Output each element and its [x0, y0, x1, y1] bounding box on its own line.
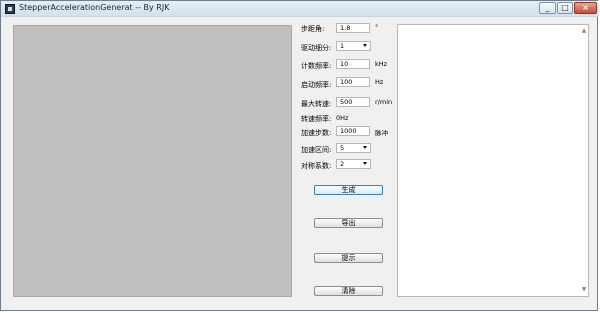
start-frequency-unit: Hz [375, 78, 384, 86]
accel-interval-label: 加速区间: [301, 146, 332, 154]
step-angle-unit: ° [375, 23, 379, 31]
microstep-selected-value: 1 [340, 42, 345, 50]
symmetry-factor-select[interactable]: 2 [336, 159, 371, 169]
application-window: StepperAccelerationGenerat -- By RJK _ □… [0, 0, 599, 311]
app-icon [5, 4, 15, 14]
accel-steps-input[interactable]: 1000 [336, 126, 370, 136]
step-angle-input[interactable]: 1.8 [336, 23, 370, 33]
hint-button[interactable]: 提示 [314, 253, 383, 263]
max-speed-unit: r/min [375, 98, 393, 106]
microstep-label: 驱动细分: [301, 44, 332, 52]
scroll-down-icon[interactable]: ▼ [581, 287, 587, 293]
speed-frequency-value: 0Hz [336, 114, 349, 122]
scroll-up-icon[interactable]: ▲ [581, 28, 587, 34]
chevron-down-icon [363, 162, 367, 165]
max-speed-label: 最大转速: [301, 100, 332, 108]
step-angle-label: 步距角: [301, 25, 325, 33]
minimize-button[interactable]: _ [539, 2, 556, 14]
accel-interval-selected-value: 5 [340, 144, 345, 152]
symmetry-factor-label: 对称系数: [301, 162, 332, 170]
export-button[interactable]: 导出 [314, 218, 383, 228]
microstep-select[interactable]: 1 [336, 41, 371, 51]
speed-frequency-label: 转速频率: [301, 115, 332, 123]
close-button[interactable]: × [574, 2, 597, 14]
start-frequency-label: 启动频率: [301, 81, 332, 89]
acceleration-preview-area [13, 25, 292, 297]
clear-button[interactable]: 清除 [314, 286, 383, 296]
chevron-down-icon [363, 146, 367, 149]
accel-steps-unit: 脉冲 [375, 129, 388, 137]
title-bar: StepperAccelerationGenerat -- By RJK _ □… [1, 1, 599, 17]
maximize-button[interactable]: □ [557, 2, 573, 14]
max-speed-input[interactable]: 500 [336, 97, 370, 107]
accel-interval-select[interactable]: 5 [336, 143, 371, 153]
symmetry-factor-selected-value: 2 [340, 160, 345, 168]
output-text-area[interactable]: ▲ ▼ [397, 24, 589, 297]
chevron-down-icon [363, 44, 367, 47]
accel-steps-label: 加速步数: [301, 129, 332, 137]
window-title: StepperAccelerationGenerat -- By RJK [19, 3, 170, 12]
count-frequency-unit: kHz [375, 60, 388, 68]
start-frequency-input[interactable]: 100 [336, 77, 370, 87]
count-frequency-label: 计数频率: [301, 62, 332, 70]
count-frequency-input[interactable]: 10 [336, 59, 370, 69]
generate-button[interactable]: 生成 [314, 185, 383, 195]
